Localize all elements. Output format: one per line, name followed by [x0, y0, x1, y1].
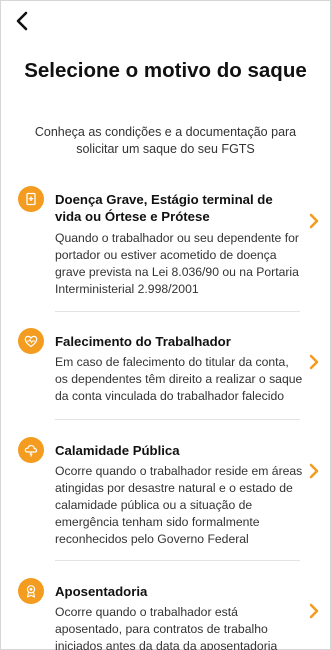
screen-frame [0, 0, 331, 650]
list-item-calamidade-publica[interactable]: Calamidade Pública Ocorre quando o traba… [18, 437, 321, 547]
chevron-right-icon [309, 463, 319, 479]
item-title: Aposentadoria [55, 584, 148, 599]
divider [55, 311, 300, 312]
back-arrow-icon[interactable] [12, 10, 34, 32]
item-description: Em caso de falecimento do titular da con… [55, 355, 303, 403]
storm-cloud-icon [18, 437, 44, 463]
item-title: Falecimento do Trabalhador [55, 334, 231, 349]
item-title: Doença Grave, Estágio terminal de vida o… [55, 192, 273, 224]
list-item-doenca-grave[interactable]: Doença Grave, Estágio terminal de vida o… [18, 186, 321, 296]
chevron-right-icon [309, 354, 319, 370]
page-subtitle: Conheça as condições e a documentação pa… [34, 125, 297, 156]
list-item-falecimento[interactable]: Falecimento do Trabalhador Em caso de fa… [18, 328, 321, 406]
divider [55, 560, 300, 561]
item-description: Quando o trabalhador ou seu dependente f… [55, 231, 299, 296]
medal-icon [18, 578, 44, 604]
chevron-right-icon [309, 603, 319, 619]
hospital-icon [18, 186, 44, 212]
chevron-right-icon [309, 213, 319, 229]
item-title: Calamidade Pública [55, 443, 180, 458]
heart-pulse-icon [18, 328, 44, 354]
page-title: Selecione o motivo do saque [24, 59, 307, 82]
item-description: Ocorre quando o trabalhador está aposent… [55, 605, 278, 650]
list-item-aposentadoria[interactable]: Aposentadoria Ocorre quando o trabalhado… [18, 578, 321, 650]
item-description: Ocorre quando o trabalhador reside em ár… [55, 464, 303, 546]
divider [55, 419, 300, 420]
